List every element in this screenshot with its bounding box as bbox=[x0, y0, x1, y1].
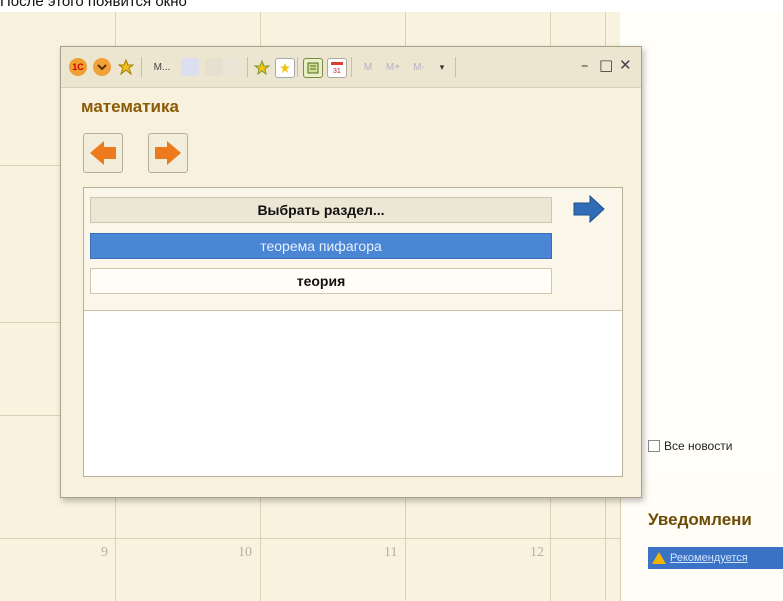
news-area bbox=[620, 12, 783, 476]
form-icon[interactable] bbox=[181, 58, 199, 76]
day-number: 10 bbox=[238, 545, 252, 560]
add-favorite-icon[interactable] bbox=[253, 58, 271, 76]
toolbar-m-button[interactable]: М... bbox=[147, 58, 177, 76]
forward-button[interactable] bbox=[148, 133, 188, 173]
arrow-left-icon bbox=[90, 141, 116, 165]
arrow-right-icon bbox=[155, 141, 181, 165]
calculator-icon[interactable] bbox=[303, 58, 323, 78]
toolbar-separator bbox=[351, 57, 352, 77]
more-dropdown-icon[interactable]: ▾ bbox=[433, 58, 451, 76]
back-button[interactable] bbox=[83, 133, 123, 173]
list-item-selected[interactable]: теорема пифагора bbox=[90, 233, 552, 259]
window-titlebar: 1C М... 31 M M+ M- ▾ – □ ✕ bbox=[61, 47, 641, 88]
sections-list: Выбрать раздел... теорема пифагора теори… bbox=[84, 188, 622, 311]
print-icon[interactable] bbox=[205, 58, 223, 76]
maximize-button[interactable]: □ bbox=[599, 56, 613, 74]
all-news-checkbox[interactable] bbox=[648, 440, 660, 452]
favorites-star-icon[interactable] bbox=[117, 58, 135, 76]
bookmark-icon[interactable] bbox=[275, 58, 295, 78]
day-number: 12 bbox=[530, 545, 544, 560]
calendar-icon[interactable]: 31 bbox=[327, 58, 347, 78]
notification-item[interactable]: Рекомендуется bbox=[648, 547, 783, 569]
warning-icon bbox=[652, 552, 666, 564]
calendar-grid-line bbox=[0, 538, 620, 539]
form-title: математика bbox=[81, 97, 179, 116]
day-number: 11 bbox=[384, 545, 398, 560]
minimize-button[interactable]: – bbox=[581, 56, 589, 74]
toolbar-separator bbox=[455, 57, 456, 77]
sections-panel: Выбрать раздел... теорема пифагора теори… bbox=[83, 187, 623, 477]
day-number: 9 bbox=[101, 545, 108, 560]
toolbar-separator bbox=[297, 57, 298, 77]
app-logo-icon[interactable]: 1C bbox=[69, 58, 87, 76]
caption-text: После этого появится окно bbox=[0, 0, 187, 10]
svg-text:31: 31 bbox=[333, 68, 341, 74]
memory-plus-icon[interactable]: M+ bbox=[381, 58, 405, 76]
toolbar-separator bbox=[247, 57, 248, 77]
notification-link[interactable]: Рекомендуется bbox=[670, 552, 748, 564]
document-icon[interactable] bbox=[225, 58, 243, 76]
close-button[interactable]: ✕ bbox=[619, 56, 632, 74]
memory-m-icon[interactable]: M bbox=[359, 58, 377, 76]
memory-minus-icon[interactable]: M- bbox=[407, 58, 431, 76]
main-menu-icon[interactable] bbox=[93, 58, 111, 76]
all-news-option[interactable]: Все новости bbox=[648, 439, 732, 453]
notifications-title: Уведомлени bbox=[648, 510, 752, 529]
form-window: 1C М... 31 M M+ M- ▾ – □ ✕ математика Вы… bbox=[60, 46, 642, 498]
all-news-label: Все новости bbox=[664, 439, 733, 453]
choose-section-header[interactable]: Выбрать раздел... bbox=[90, 197, 552, 223]
list-item[interactable]: теория bbox=[90, 268, 552, 294]
go-arrow-icon[interactable] bbox=[572, 194, 606, 224]
toolbar-separator bbox=[141, 57, 142, 77]
